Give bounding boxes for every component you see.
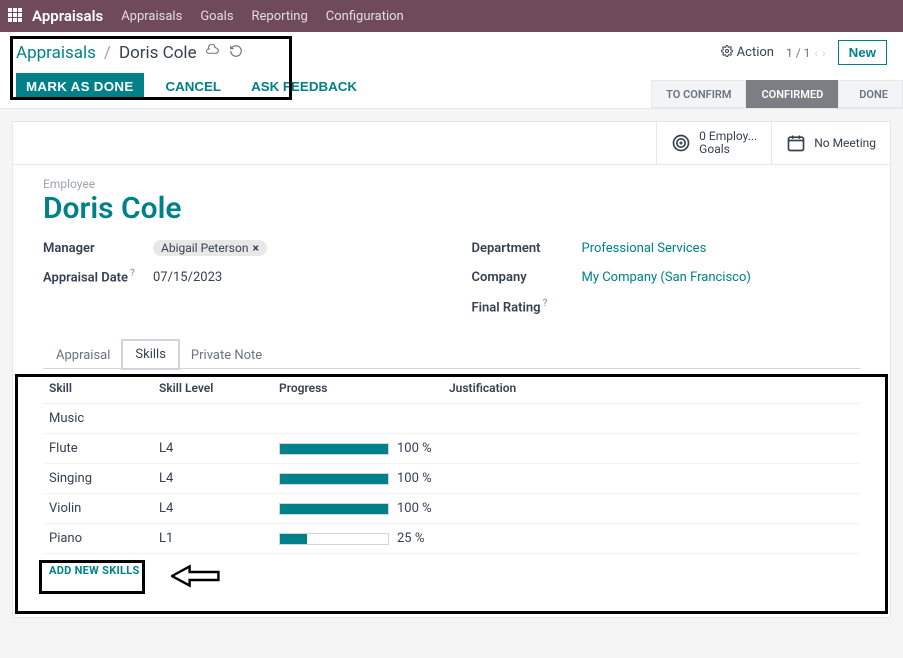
status-done[interactable]: DONE [838,80,903,108]
skill-level: L4 [153,494,273,524]
company-label: Company [472,270,582,285]
skill-level: L4 [153,434,273,464]
skill-level: L4 [153,464,273,494]
add-new-skills-button[interactable]: ADD NEW SKILLS [43,554,146,587]
skill-progress: 100 % [273,494,443,524]
skill-progress: 100 % [273,434,443,464]
nav-appraisals[interactable]: Appraisals [121,9,182,24]
appraisal-date-value[interactable]: 07/15/2023 [153,270,222,285]
breadcrumb: Appraisals / Doris Cole [16,43,243,63]
app-title: Appraisals [32,7,103,25]
status-to-confirm[interactable]: TO CONFIRM [651,80,746,108]
tab-appraisal[interactable]: Appraisal [43,341,123,369]
skill-level: L1 [153,524,273,554]
skill-justification[interactable] [443,434,860,464]
tabs: Appraisal Skills Private Note [43,341,860,369]
gear-icon [721,45,733,57]
apps-grid-icon[interactable] [8,8,24,24]
smart-button-goals[interactable]: 0 Employ... Goals [656,122,771,164]
pager-count: 1 / 1 [786,46,810,60]
smart-meeting-label: No Meeting [814,137,876,150]
col-skill: Skill [43,373,153,404]
manager-chip[interactable]: Abigail Peterson × [153,240,267,256]
ask-feedback-button[interactable]: ASK FEEDBACK [243,73,365,100]
table-row[interactable]: SingingL4100 % [43,464,860,494]
skill-progress: 100 % [273,464,443,494]
pager: 1 / 1 ‹ › [786,46,826,60]
department-value[interactable]: Professional Services [582,241,707,256]
skill-justification[interactable] [443,464,860,494]
final-rating-label: Final Rating? [472,298,582,315]
action-label: Action [737,45,774,60]
top-nav-links: Appraisals Goals Reporting Configuration [121,9,404,24]
action-menu[interactable]: Action [721,45,774,60]
manager-chip-text: Abigail Peterson [161,241,248,255]
manager-label: Manager [43,241,153,256]
skill-progress: 25 % [273,524,443,554]
smart-goals-bottom: Goals [699,143,757,156]
top-nav-bar: Appraisals Appraisals Goals Reporting Co… [0,0,903,32]
cloud-save-icon[interactable] [205,43,221,63]
toolbar: Appraisals / Doris Cole Action 1 / 1 ‹ ›… [0,32,903,109]
table-row[interactable]: ViolinL4100 % [43,494,860,524]
skill-group: Music [43,404,860,434]
nav-reporting[interactable]: Reporting [252,9,308,24]
company-value[interactable]: My Company (San Francisco) [582,270,751,285]
status-confirmed[interactable]: CONFIRMED [746,80,838,108]
tab-skills[interactable]: Skills [121,339,180,370]
help-icon[interactable]: ? [543,298,548,309]
skill-justification[interactable] [443,524,860,554]
form-sheet: 0 Employ... Goals No Meeting Employee Do… [12,121,891,618]
tab-private-note[interactable]: Private Note [178,341,275,369]
breadcrumb-current: Doris Cole [119,43,197,63]
skill-name: Violin [43,494,153,524]
appraisal-date-label: Appraisal Date? [43,268,153,285]
smart-button-meeting[interactable]: No Meeting [771,122,890,164]
col-progress: Progress [273,373,443,404]
pager-prev-icon[interactable]: ‹ [814,46,818,60]
mark-as-done-button[interactable]: MARK AS DONE [16,73,144,100]
breadcrumb-root[interactable]: Appraisals [16,43,96,63]
status-bar: TO CONFIRM CONFIRMED DONE [651,80,903,108]
skills-table: Skill Skill Level Progress Justification… [43,373,860,554]
skill-justification[interactable] [443,494,860,524]
col-justification: Justification [443,373,860,404]
discard-icon[interactable] [229,43,243,63]
nav-goals[interactable]: Goals [200,9,233,24]
chip-remove-icon[interactable]: × [252,241,258,255]
employee-field-label: Employee [43,177,860,191]
skill-name: Piano [43,524,153,554]
help-icon[interactable]: ? [130,268,135,279]
target-icon [671,133,691,153]
nav-configuration[interactable]: Configuration [326,9,404,24]
department-label: Department [472,241,582,256]
pager-next-icon[interactable]: › [822,46,826,60]
skill-name: Flute [43,434,153,464]
table-row[interactable]: PianoL125 % [43,524,860,554]
cancel-button[interactable]: CANCEL [158,73,230,100]
employee-name[interactable]: Doris Cole [43,191,860,226]
breadcrumb-sep: / [104,43,111,63]
col-level: Skill Level [153,373,273,404]
calendar-icon [786,133,806,153]
table-row[interactable]: FluteL4100 % [43,434,860,464]
skill-name: Singing [43,464,153,494]
new-button[interactable]: New [838,40,887,65]
